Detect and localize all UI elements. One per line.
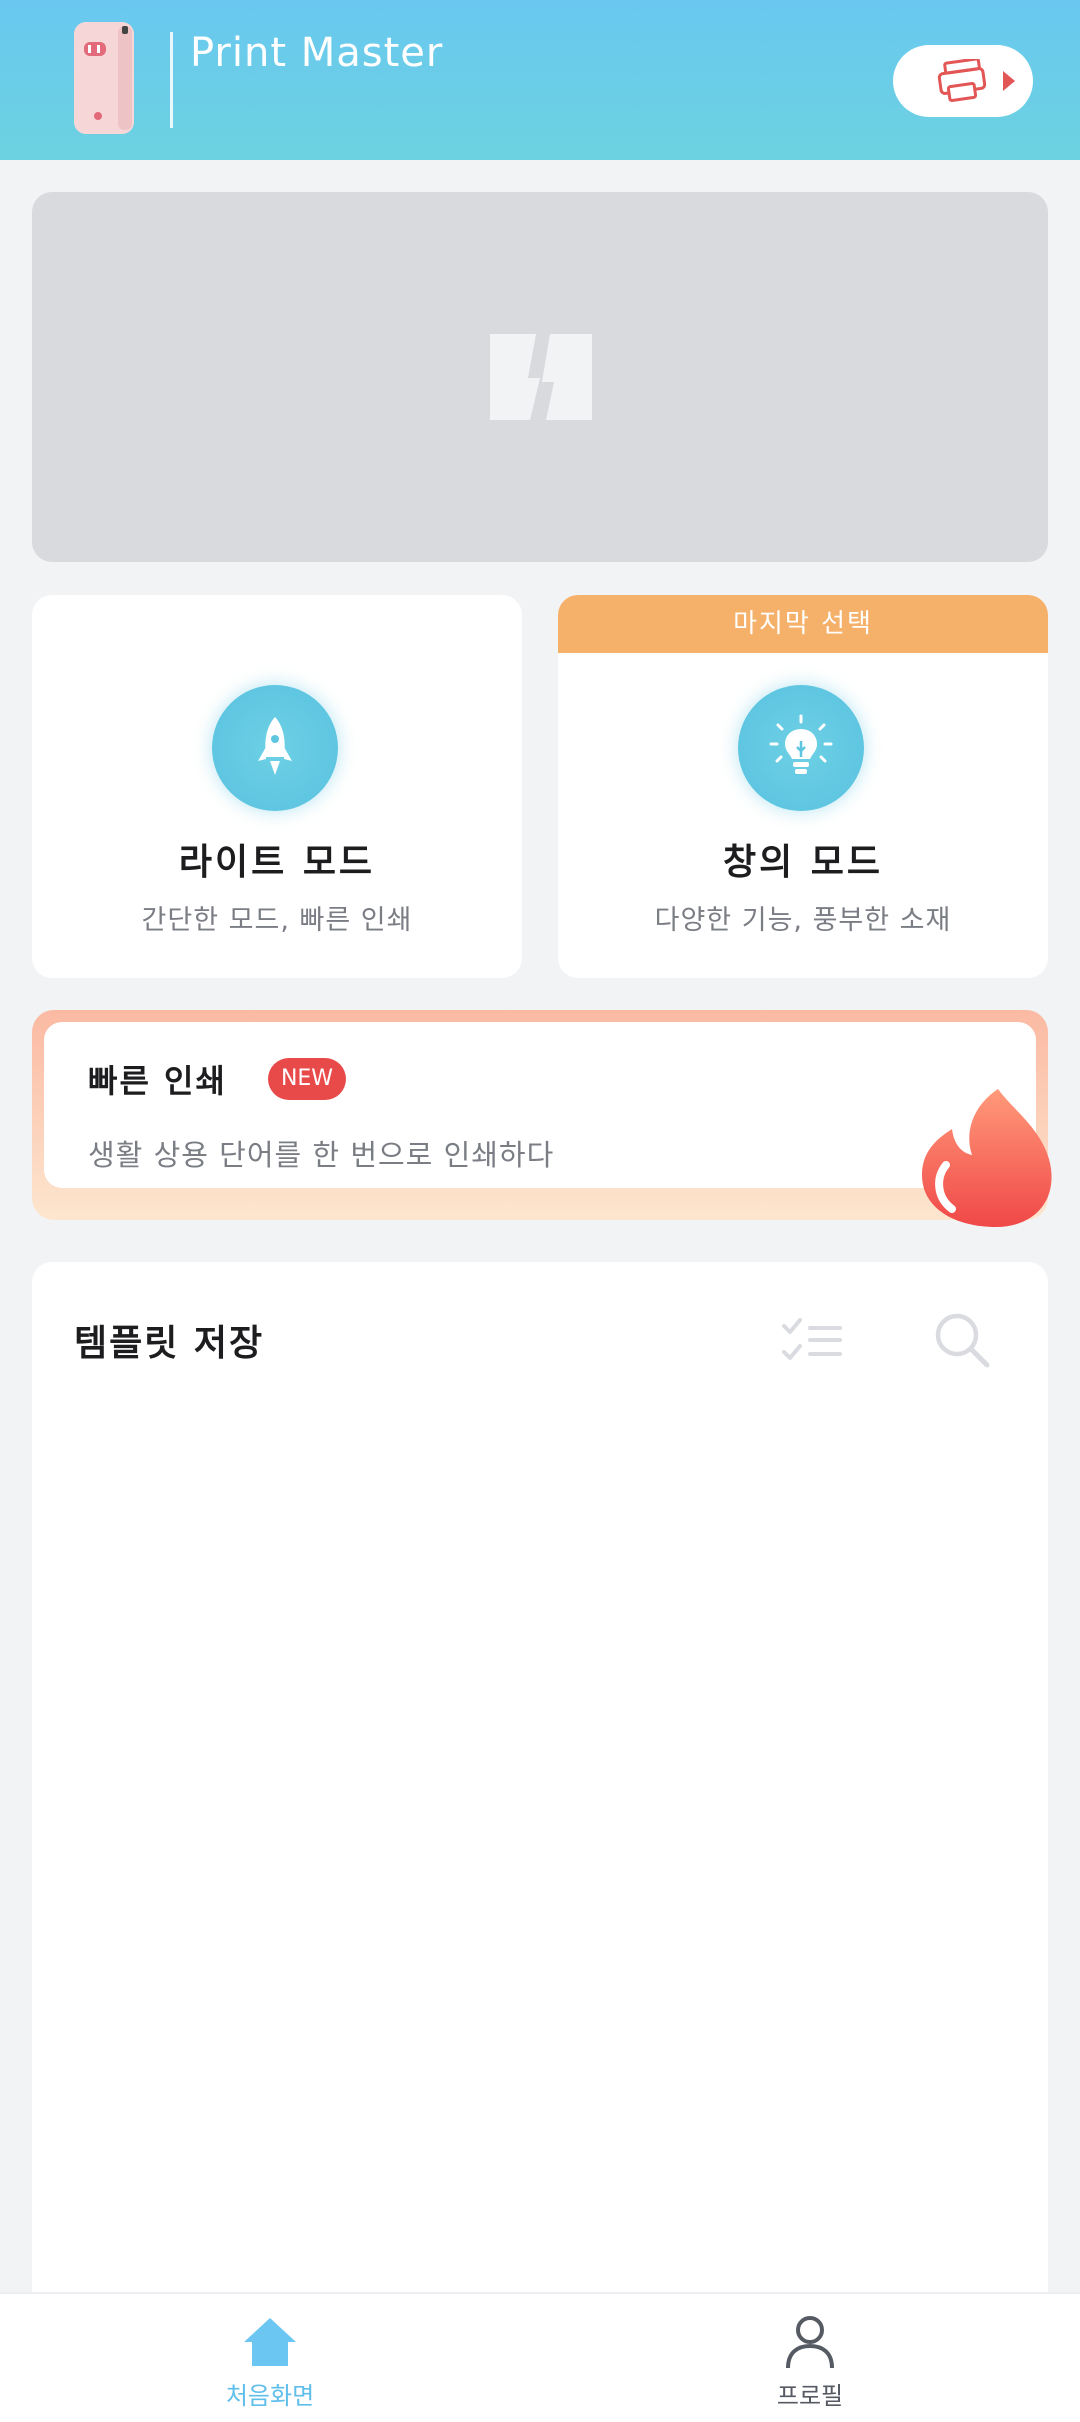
quick-print-card[interactable]: 빠른 인쇄 NEW 생활 상용 단어를 한 번으로 인쇄하다: [32, 1010, 1048, 1220]
creative-mode-card[interactable]: 마지막 선택 창의 모드 다양한 기능, 풍부한 소재: [558, 595, 1048, 978]
checklist-icon[interactable]: [780, 1314, 844, 1366]
quick-print-description: 생활 상용 단어를 한 번으로 인쇄하다: [88, 1138, 555, 1172]
bottom-navigation: 처음화면 프로필: [0, 2292, 1080, 2422]
app-header: Print Master: [0, 0, 1080, 160]
printer-device-image: [74, 22, 134, 134]
rocket-icon: [258, 717, 292, 775]
nav-home-label: 처음화면: [225, 2382, 315, 2410]
lite-mode-card[interactable]: 라이트 모드 간단한 모드, 빠른 인쇄: [32, 595, 522, 978]
nav-profile-label: 프로필: [776, 2382, 844, 2410]
creative-mode-title: 창의 모드: [722, 842, 883, 883]
last-choice-badge: 마지막 선택: [558, 595, 1048, 653]
quick-print-inner: 빠른 인쇄 NEW 생활 상용 단어를 한 번으로 인쇄하다: [44, 1022, 1036, 1188]
lite-mode-subtitle: 간단한 모드, 빠른 인쇄: [141, 905, 413, 936]
creative-mode-subtitle: 다양한 기능, 풍부한 소재: [654, 905, 952, 936]
profile-icon: [786, 2316, 834, 2369]
lite-mode-title: 라이트 모드: [178, 842, 376, 883]
flame-icon: [922, 1089, 1052, 1227]
nav-home[interactable]: 처음화면: [160, 2294, 380, 2422]
nav-profile[interactable]: 프로필: [700, 2294, 920, 2422]
search-icon[interactable]: [932, 1310, 992, 1370]
quick-print-title: 빠른 인쇄: [88, 1062, 227, 1100]
template-storage-panel: 템플릿 저장: [32, 1262, 1048, 2292]
creative-mode-icon-circle: [738, 685, 864, 811]
app-title: Print Master: [190, 30, 444, 76]
lightbulb-icon: [769, 714, 833, 774]
printer-connect-button[interactable]: [893, 45, 1033, 117]
lite-mode-icon-circle: [212, 685, 338, 811]
header-divider: [170, 32, 173, 128]
chevron-right-icon: [1003, 71, 1015, 91]
new-badge: NEW: [268, 1058, 346, 1100]
home-icon: [244, 2318, 296, 2366]
banner-carousel[interactable]: [32, 192, 1048, 562]
printer-icon: [937, 59, 987, 102]
image-placeholder-icon: [490, 334, 592, 420]
template-title: 템플릿 저장: [74, 1323, 265, 1364]
